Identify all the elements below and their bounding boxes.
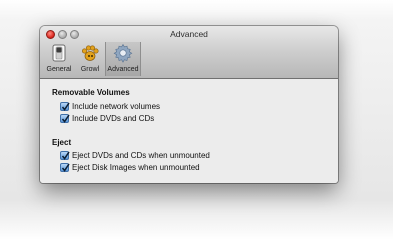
section-heading-removable-volumes: Removable Volumes <box>52 88 130 97</box>
growl-paw-icon <box>80 43 100 63</box>
toolbar-item-general[interactable]: General <box>44 42 74 76</box>
checkbox-include-network-volumes[interactable] <box>60 102 70 111</box>
toolbar-item-growl[interactable]: Growl <box>75 42 105 76</box>
general-switch-icon <box>49 43 69 63</box>
checkbox-include-dvds-and-cds[interactable] <box>60 114 70 123</box>
toolbar-label-growl: Growl <box>80 66 100 73</box>
checkmark-icon <box>61 151 70 160</box>
checkmark-icon <box>61 102 70 111</box>
preferences-window: Advanced General Growl Advanced Removabl… <box>40 26 338 183</box>
preferences-content: Removable Volumes Include network volume… <box>40 79 338 183</box>
toolbar-item-advanced[interactable]: Advanced <box>105 42 141 76</box>
option-label: Eject DVDs and CDs when unmounted <box>72 151 210 160</box>
option-label: Include network volumes <box>72 102 161 111</box>
checkmark-icon <box>61 163 70 172</box>
toolbar-label-advanced: Advanced <box>107 66 139 73</box>
gear-icon <box>113 43 133 63</box>
window-title: Advanced <box>170 29 208 39</box>
option-label: Include DVDs and CDs <box>72 114 155 123</box>
title-bar: Advanced General Growl Advanced <box>40 26 338 79</box>
section-heading-eject: Eject <box>52 138 72 147</box>
checkbox-eject-disk-images[interactable] <box>60 163 70 172</box>
toolbar-label-general: General <box>46 66 72 73</box>
checkmark-icon <box>61 114 70 123</box>
checkbox-eject-dvds-and-cds[interactable] <box>60 151 70 160</box>
option-label: Eject Disk Images when unmounted <box>72 163 200 172</box>
